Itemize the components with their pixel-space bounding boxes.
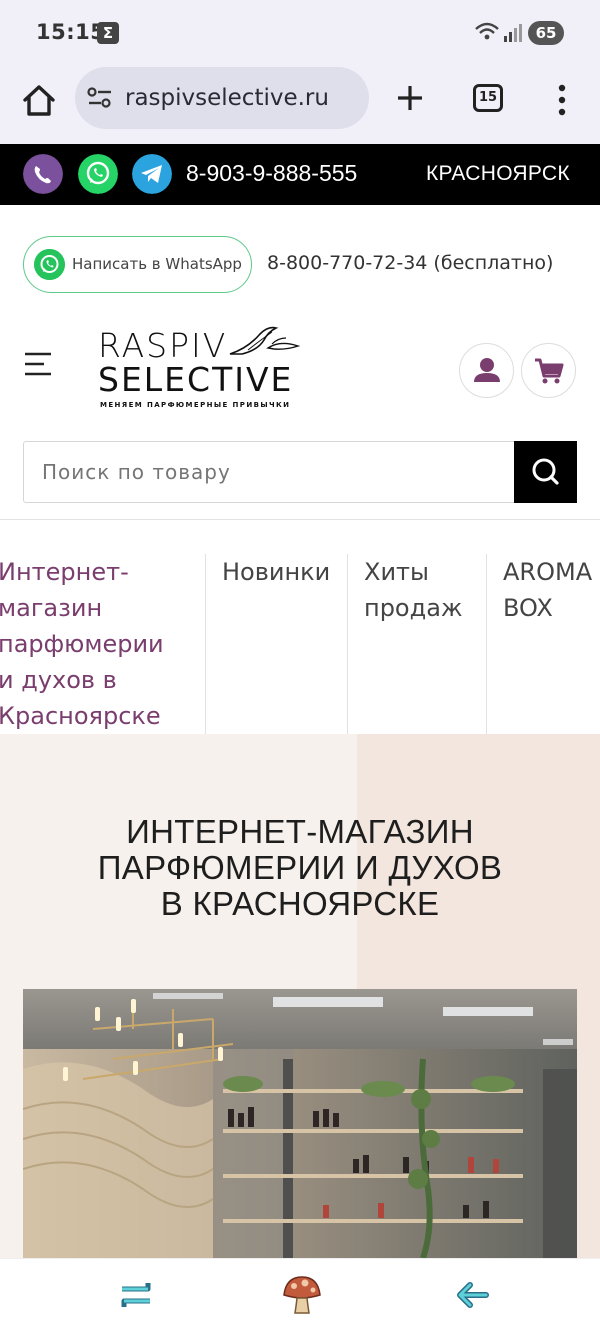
store-interior-photo: [23, 989, 577, 1258]
nav-item-line: Красноярске: [0, 702, 161, 730]
url-text[interactable]: raspivselective.ru: [125, 85, 329, 111]
more-options-icon[interactable]: [552, 82, 572, 118]
logo-tagline: МЕНЯЕМ ПАРФЮМЕРНЫЕ ПРИВЫЧКИ: [100, 401, 291, 409]
tab-switcher-button[interactable]: 15: [473, 84, 503, 112]
nav-item-aroma-box[interactable]: AROMA BOX: [503, 554, 592, 626]
top-phone-number[interactable]: 8-903-9-888-555: [186, 160, 357, 187]
account-button[interactable]: [459, 343, 514, 398]
hero-title: ИНТЕРНЕТ-МАГАЗИН ПАРФЮМЕРИИ И ДУХОВ В КР…: [40, 814, 560, 922]
logo-line-2: SELECTIVE: [98, 360, 294, 399]
search-input[interactable]: [42, 460, 502, 484]
hero-title-line: В КРАСНОЯРСКЕ: [160, 885, 440, 922]
viber-icon[interactable]: [23, 154, 63, 194]
nav-item-new[interactable]: Новинки: [222, 554, 330, 590]
store-interior-image: [23, 989, 577, 1258]
search-box: [23, 441, 577, 503]
nav-item-bestsellers[interactable]: Хиты продаж: [364, 554, 463, 626]
hero-title-line: ИНТЕРНЕТ-МАГАЗИН: [126, 813, 474, 850]
nav-item-line: BOX: [503, 594, 553, 622]
whatsapp-icon: [34, 249, 65, 280]
hamburger-menu-icon[interactable]: [24, 351, 52, 377]
cart-icon: [535, 358, 564, 384]
bottom-navigation-bar: [0, 1258, 600, 1332]
signal-icons: [475, 22, 522, 42]
user-icon: [474, 358, 500, 382]
contact-top-bar: 8-903-9-888-555 КРАСНОЯРСК: [0, 144, 600, 205]
mushroom-home-icon[interactable]: [280, 1273, 324, 1317]
status-bar: 15:15 Σ 65: [0, 0, 600, 64]
nav-item-line: и духов в: [0, 666, 117, 694]
nav-divider: [347, 554, 348, 734]
telegram-icon[interactable]: [132, 154, 172, 194]
browser-toolbar: raspivselective.ru 15: [0, 64, 600, 144]
recent-apps-icon[interactable]: [114, 1273, 158, 1317]
battery-indicator: 65: [528, 21, 564, 45]
nav-item-line: Интернет-: [0, 558, 129, 586]
city-selector[interactable]: КРАСНОЯРСК: [426, 162, 570, 186]
nav-item-line: магазин: [0, 594, 103, 622]
whatsapp-chat-button[interactable]: Написать в WhatsApp: [23, 236, 252, 293]
status-time: 15:15: [36, 20, 106, 44]
new-tab-icon[interactable]: [392, 80, 428, 116]
search-button[interactable]: [514, 441, 577, 503]
back-arrow-icon[interactable]: [450, 1273, 494, 1317]
nav-item-line: продаж: [364, 594, 463, 622]
leaf-icon: [229, 326, 300, 355]
nav-divider: [205, 554, 206, 734]
search-icon: [532, 458, 559, 485]
free-phone-number[interactable]: 8-800-770-72-34 (бесплатно): [267, 252, 553, 274]
nav-item-line: Хиты: [364, 558, 429, 586]
header-divider: [0, 519, 600, 520]
cart-button[interactable]: [521, 343, 576, 398]
site-settings-icon[interactable]: [87, 87, 113, 109]
nav-divider: [486, 554, 487, 734]
sigma-icon: Σ: [97, 22, 119, 44]
home-icon[interactable]: [18, 80, 60, 122]
site-logo[interactable]: RASPIV SELECTIVE МЕНЯЕМ ПАРФЮМЕРНЫЕ ПРИВ…: [98, 322, 303, 412]
whatsapp-label: Написать в WhatsApp: [72, 255, 242, 273]
nav-item-line: AROMA: [503, 558, 593, 586]
nav-item-line: парфюмерии: [0, 630, 164, 658]
address-bar[interactable]: raspivselective.ru: [75, 67, 369, 129]
whatsapp-icon[interactable]: [78, 154, 118, 194]
hero-title-line: ПАРФЮМЕРИИ И ДУХОВ: [97, 849, 503, 886]
nav-item-line: Новинки: [222, 558, 331, 586]
nav-item-home[interactable]: Интернет- магазин парфюмерии и духов в К…: [0, 554, 164, 734]
